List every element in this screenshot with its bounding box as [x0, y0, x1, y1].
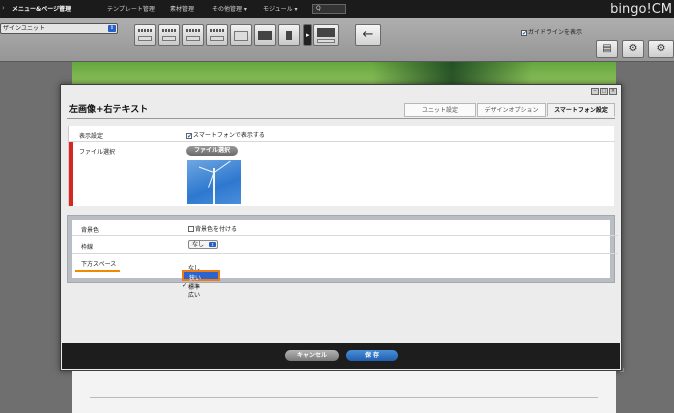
bg-label: 背景色: [81, 227, 100, 234]
bg-row: 背景色 背景色を付ける: [72, 220, 618, 236]
layout-button-1[interactable]: [134, 24, 156, 46]
space-dropdown[interactable]: なし 狭い ✓ 標準 広い: [182, 263, 220, 299]
space-row: 下方スペース: [72, 254, 618, 271]
menu-page-manage[interactable]: メニュー&ページ管理: [12, 4, 71, 13]
dropdown-option[interactable]: 広い: [188, 290, 200, 299]
copy-icon[interactable]: ▤: [596, 40, 618, 58]
tab-design-options[interactable]: デザインオプション: [477, 103, 546, 117]
style-section: 背景色 背景色を付ける 枠線 なし ⇕ 下方スペース: [67, 215, 618, 283]
menu-other-manage[interactable]: その他管理 ▾: [212, 4, 247, 13]
guide-toggle[interactable]: ✔ガイドラインを表示: [521, 27, 582, 36]
page-content-below: [72, 371, 616, 413]
save-button[interactable]: 保 存: [346, 350, 398, 361]
background-photo: [72, 62, 616, 84]
bg-color-label: 背景色を付ける: [195, 226, 238, 233]
file-label: ファイル選択: [79, 149, 116, 156]
checkmark-icon: ✓: [182, 282, 188, 289]
window-controls: ‒ □ ×: [591, 88, 617, 96]
minimize-icon[interactable]: ‒: [591, 88, 599, 95]
play-icon[interactable]: ▸: [303, 24, 312, 46]
settings-modal: ‒ □ × 左画像+右テキスト ユニット設定 デザインオプション スマートフォン…: [60, 84, 622, 371]
resize-handle[interactable]: [620, 368, 624, 372]
cancel-button[interactable]: キャンセル: [285, 350, 339, 361]
file-select-button[interactable]: ファイル選択: [186, 146, 238, 156]
layout-button-7[interactable]: [278, 24, 300, 46]
display-section: 表示設定 ✔スマートフォンで表示する ファイル選択 ファイル選択: [68, 126, 615, 206]
smartphone-display-toggle[interactable]: ✔スマートフォンで表示する: [186, 130, 265, 140]
layout-button-5[interactable]: [230, 24, 252, 46]
wind-turbine-thumbnail: [187, 160, 241, 204]
menu-template-manage[interactable]: テンプレート管理: [107, 4, 155, 13]
border-label: 枠線: [81, 244, 94, 251]
border-select[interactable]: なし ⇕: [188, 240, 218, 249]
unit-select[interactable]: ザインユニット ⇕: [0, 23, 118, 34]
arrow-left-icon: ←: [362, 27, 374, 42]
layout-button-2[interactable]: [158, 24, 180, 46]
menu-material-manage[interactable]: 素材管理: [170, 4, 194, 13]
layout-button-6[interactable]: [254, 24, 276, 46]
search-box[interactable]: Q: [312, 4, 346, 14]
settings-icon[interactable]: ⚙: [622, 40, 644, 58]
modal-title: 左画像+右テキスト: [69, 105, 149, 115]
toolbar: ザインユニット ⇕ ▸ ← ✔ガイドラインを表示 ▤ ⚙ ⚙: [0, 18, 674, 62]
border-select-value: なし: [192, 241, 205, 248]
divider: [67, 118, 615, 119]
top-menubar: › メニュー&ページ管理 テンプレート管理 素材管理 その他管理 ▾ モジュール…: [0, 0, 674, 18]
checkbox-icon[interactable]: ✔: [521, 29, 527, 36]
tab-smartphone-settings[interactable]: スマートフォン設定: [547, 103, 615, 117]
required-marker: [69, 142, 73, 206]
bg-color-toggle[interactable]: 背景色を付ける: [188, 224, 237, 233]
tool-icon[interactable]: ⚙: [648, 40, 674, 58]
tab-unit-settings[interactable]: ユニット設定: [404, 103, 476, 117]
chevron-down-icon: ⇕: [108, 25, 116, 32]
space-label: 下方スペース: [81, 261, 117, 268]
checkbox-checked-icon[interactable]: ✔: [186, 133, 192, 140]
display-row: 表示設定 ✔スマートフォンで表示する: [69, 126, 615, 142]
brand-logo: bingo!CM: [610, 2, 672, 17]
layout-button-4[interactable]: [206, 24, 228, 46]
back-button[interactable]: ←: [355, 24, 381, 46]
unit-select-value: ザインユニット: [3, 25, 46, 32]
dropdown-option-selected[interactable]: 狭い: [182, 270, 220, 282]
chevron-down-icon: ⇕: [209, 242, 216, 247]
display-label: 表示設定: [79, 133, 104, 140]
checkbox-icon[interactable]: [188, 226, 194, 232]
highlight-underline: [75, 270, 120, 272]
close-icon[interactable]: ×: [609, 88, 617, 95]
search-icon: Q: [316, 5, 321, 12]
layout-button-3[interactable]: [182, 24, 204, 46]
modal-footer: キャンセル 保 存: [62, 343, 620, 369]
guide-label: ガイドラインを表示: [528, 29, 583, 36]
maximize-icon[interactable]: □: [600, 88, 608, 95]
smartphone-display-label: スマートフォンで表示する: [193, 132, 265, 139]
back-arrow-icon[interactable]: ›: [2, 4, 5, 12]
menu-module[interactable]: モジュール ▾: [263, 4, 298, 13]
layout-button-8[interactable]: [313, 24, 339, 46]
border-row: 枠線 なし ⇕: [72, 236, 618, 254]
